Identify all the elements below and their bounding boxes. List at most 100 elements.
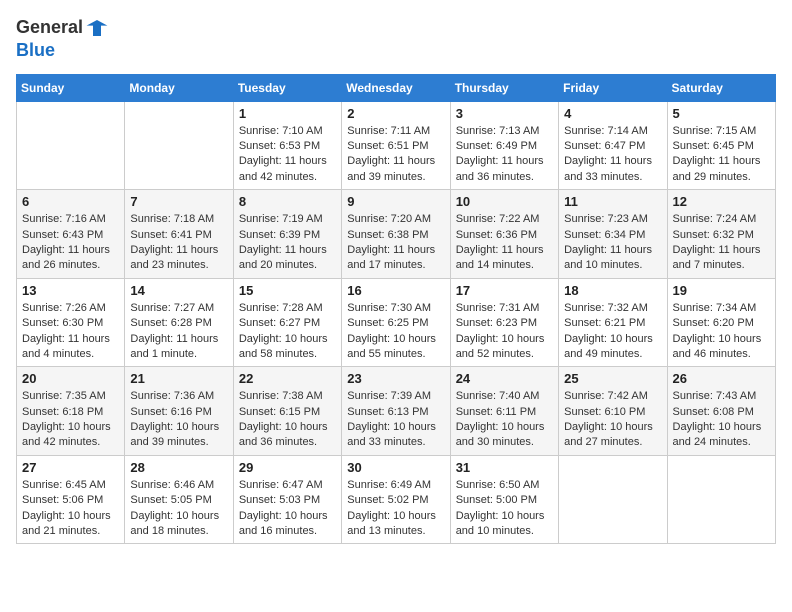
day-number: 20 (22, 371, 119, 386)
calendar-cell: 11Sunrise: 7:23 AMSunset: 6:34 PMDayligh… (559, 190, 667, 279)
day-info: Sunrise: 7:40 AMSunset: 6:11 PMDaylight:… (456, 389, 553, 451)
day-info: Sunrise: 7:19 AMSunset: 6:39 PMDaylight:… (239, 212, 336, 274)
day-info: Sunrise: 6:47 AMSunset: 5:03 PMDaylight:… (239, 478, 336, 540)
day-info: Sunrise: 7:43 AMSunset: 6:08 PMDaylight:… (673, 389, 770, 451)
day-number: 15 (239, 283, 336, 298)
calendar-cell: 23Sunrise: 7:39 AMSunset: 6:13 PMDayligh… (342, 367, 450, 456)
day-info: Sunrise: 7:13 AMSunset: 6:49 PMDaylight:… (456, 124, 553, 186)
day-info: Sunrise: 6:49 AMSunset: 5:02 PMDaylight:… (347, 478, 444, 540)
calendar-cell: 24 Sunrise: 7:40 AMSunset: 6:11 PMDayligh… (450, 367, 558, 456)
day-info: Sunrise: 7:14 AMSunset: 6:47 PMDaylight:… (564, 124, 661, 186)
calendar-cell (17, 101, 125, 190)
calendar-cell (559, 455, 667, 544)
day-number: 28 (130, 460, 227, 475)
calendar-cell: 10 Sunrise: 7:22 AMSunset: 6:36 PMDayligh… (450, 190, 558, 279)
day-info: Sunrise: 6:45 AMSunset: 5:06 PMDaylight:… (22, 478, 119, 540)
day-info: Sunrise: 7:27 AMSunset: 6:28 PMDaylight:… (130, 301, 227, 363)
calendar-cell: 5 Sunrise: 7:15 AMSunset: 6:45 PMDaylight… (667, 101, 775, 190)
day-info: Sunrise: 7:26 AMSunset: 6:30 PMDaylight:… (22, 301, 119, 363)
day-info: Sunrise: 7:24 AMSunset: 6:32 PMDaylight:… (673, 212, 770, 274)
calendar-cell: 17 Sunrise: 7:31 AMSunset: 6:23 PMDayligh… (450, 278, 558, 367)
day-info: Sunrise: 7:30 AMSunset: 6:25 PMDaylight:… (347, 301, 444, 363)
calendar-cell: 1 Sunrise: 7:10 AMSunset: 6:53 PMDaylight… (233, 101, 341, 190)
column-header-friday: Friday (559, 74, 667, 101)
day-number: 18 (564, 283, 661, 298)
page-header: General Blue (16, 16, 776, 62)
week-row-1: 1 Sunrise: 7:10 AMSunset: 6:53 PMDaylight… (17, 101, 776, 190)
calendar-cell: 27 Sunrise: 6:45 AMSunset: 5:06 PMDayligh… (17, 455, 125, 544)
day-number: 6 (22, 194, 119, 209)
week-row-2: 6 Sunrise: 7:16 AMSunset: 6:43 PMDaylight… (17, 190, 776, 279)
day-info: Sunrise: 7:28 AMSunset: 6:27 PMDaylight:… (239, 301, 336, 363)
column-header-thursday: Thursday (450, 74, 558, 101)
day-number: 2 (347, 106, 444, 121)
day-number: 1 (239, 106, 336, 121)
calendar-cell: 6 Sunrise: 7:16 AMSunset: 6:43 PMDaylight… (17, 190, 125, 279)
day-number: 29 (239, 460, 336, 475)
day-info: Sunrise: 7:42 AMSunset: 6:10 PMDaylight:… (564, 389, 661, 451)
calendar-cell: 22Sunrise: 7:38 AMSunset: 6:15 PMDayligh… (233, 367, 341, 456)
column-header-wednesday: Wednesday (342, 74, 450, 101)
day-info: Sunrise: 7:34 AMSunset: 6:20 PMDaylight:… (673, 301, 770, 363)
day-number: 8 (239, 194, 336, 209)
day-info: Sunrise: 7:22 AMSunset: 6:36 PMDaylight:… (456, 212, 553, 274)
day-info: Sunrise: 7:11 AMSunset: 6:51 PMDaylight:… (347, 124, 444, 186)
day-info: Sunrise: 7:16 AMSunset: 6:43 PMDaylight:… (22, 212, 119, 274)
day-info: Sunrise: 7:38 AMSunset: 6:15 PMDaylight:… (239, 389, 336, 451)
day-number: 21 (130, 371, 227, 386)
calendar-cell: 28Sunrise: 6:46 AMSunset: 5:05 PMDayligh… (125, 455, 233, 544)
day-number: 26 (673, 371, 770, 386)
day-number: 11 (564, 194, 661, 209)
day-number: 19 (673, 283, 770, 298)
calendar-cell: 29 Sunrise: 6:47 AMSunset: 5:03 PMDayligh… (233, 455, 341, 544)
day-number: 17 (456, 283, 553, 298)
week-row-5: 27 Sunrise: 6:45 AMSunset: 5:06 PMDayligh… (17, 455, 776, 544)
day-info: Sunrise: 7:31 AMSunset: 6:23 PMDaylight:… (456, 301, 553, 363)
day-number: 9 (347, 194, 444, 209)
calendar-cell: 16 Sunrise: 7:30 AMSunset: 6:25 PMDayligh… (342, 278, 450, 367)
day-info: Sunrise: 7:15 AMSunset: 6:45 PMDaylight:… (673, 124, 770, 186)
calendar-cell: 7 Sunrise: 7:18 AMSunset: 6:41 PMDaylight… (125, 190, 233, 279)
day-number: 27 (22, 460, 119, 475)
day-info: Sunrise: 7:32 AMSunset: 6:21 PMDaylight:… (564, 301, 661, 363)
day-info: Sunrise: 6:50 AMSunset: 5:00 PMDaylight:… (456, 478, 553, 540)
column-header-sunday: Sunday (17, 74, 125, 101)
calendar-cell: 3 Sunrise: 7:13 AMSunset: 6:49 PMDaylight… (450, 101, 558, 190)
day-number: 23 (347, 371, 444, 386)
calendar-cell: 25Sunrise: 7:42 AMSunset: 6:10 PMDayligh… (559, 367, 667, 456)
week-row-4: 20Sunrise: 7:35 AMSunset: 6:18 PMDayligh… (17, 367, 776, 456)
logo-blue: Blue (16, 40, 55, 60)
calendar-cell: 20Sunrise: 7:35 AMSunset: 6:18 PMDayligh… (17, 367, 125, 456)
day-number: 10 (456, 194, 553, 209)
day-number: 4 (564, 106, 661, 121)
calendar-cell: 30 Sunrise: 6:49 AMSunset: 5:02 PMDayligh… (342, 455, 450, 544)
day-number: 31 (456, 460, 553, 475)
column-header-saturday: Saturday (667, 74, 775, 101)
calendar-header-row: SundayMondayTuesdayWednesdayThursdayFrid… (17, 74, 776, 101)
calendar-cell: 31 Sunrise: 6:50 AMSunset: 5:00 PMDayligh… (450, 455, 558, 544)
day-number: 3 (456, 106, 553, 121)
calendar-cell: 19 Sunrise: 7:34 AMSunset: 6:20 PMDayligh… (667, 278, 775, 367)
calendar-cell: 8 Sunrise: 7:19 AMSunset: 6:39 PMDaylight… (233, 190, 341, 279)
day-number: 16 (347, 283, 444, 298)
day-number: 24 (456, 371, 553, 386)
day-number: 12 (673, 194, 770, 209)
calendar-cell: 12 Sunrise: 7:24 AMSunset: 6:32 PMDayligh… (667, 190, 775, 279)
logo-general: General (16, 17, 83, 37)
calendar-cell: 4 Sunrise: 7:14 AMSunset: 6:47 PMDaylight… (559, 101, 667, 190)
calendar-body: 1 Sunrise: 7:10 AMSunset: 6:53 PMDaylight… (17, 101, 776, 544)
calendar-table: SundayMondayTuesdayWednesdayThursdayFrid… (16, 74, 776, 545)
day-number: 14 (130, 283, 227, 298)
logo-bird-icon (85, 16, 109, 40)
day-info: Sunrise: 7:10 AMSunset: 6:53 PMDaylight:… (239, 124, 336, 186)
week-row-3: 13Sunrise: 7:26 AMSunset: 6:30 PMDayligh… (17, 278, 776, 367)
column-header-monday: Monday (125, 74, 233, 101)
logo: General Blue (16, 16, 109, 62)
day-number: 5 (673, 106, 770, 121)
calendar-cell: 13Sunrise: 7:26 AMSunset: 6:30 PMDayligh… (17, 278, 125, 367)
calendar-cell: 18 Sunrise: 7:32 AMSunset: 6:21 PMDayligh… (559, 278, 667, 367)
day-number: 30 (347, 460, 444, 475)
day-info: Sunrise: 7:18 AMSunset: 6:41 PMDaylight:… (130, 212, 227, 274)
day-number: 7 (130, 194, 227, 209)
calendar-cell: 14 Sunrise: 7:27 AMSunset: 6:28 PMDayligh… (125, 278, 233, 367)
